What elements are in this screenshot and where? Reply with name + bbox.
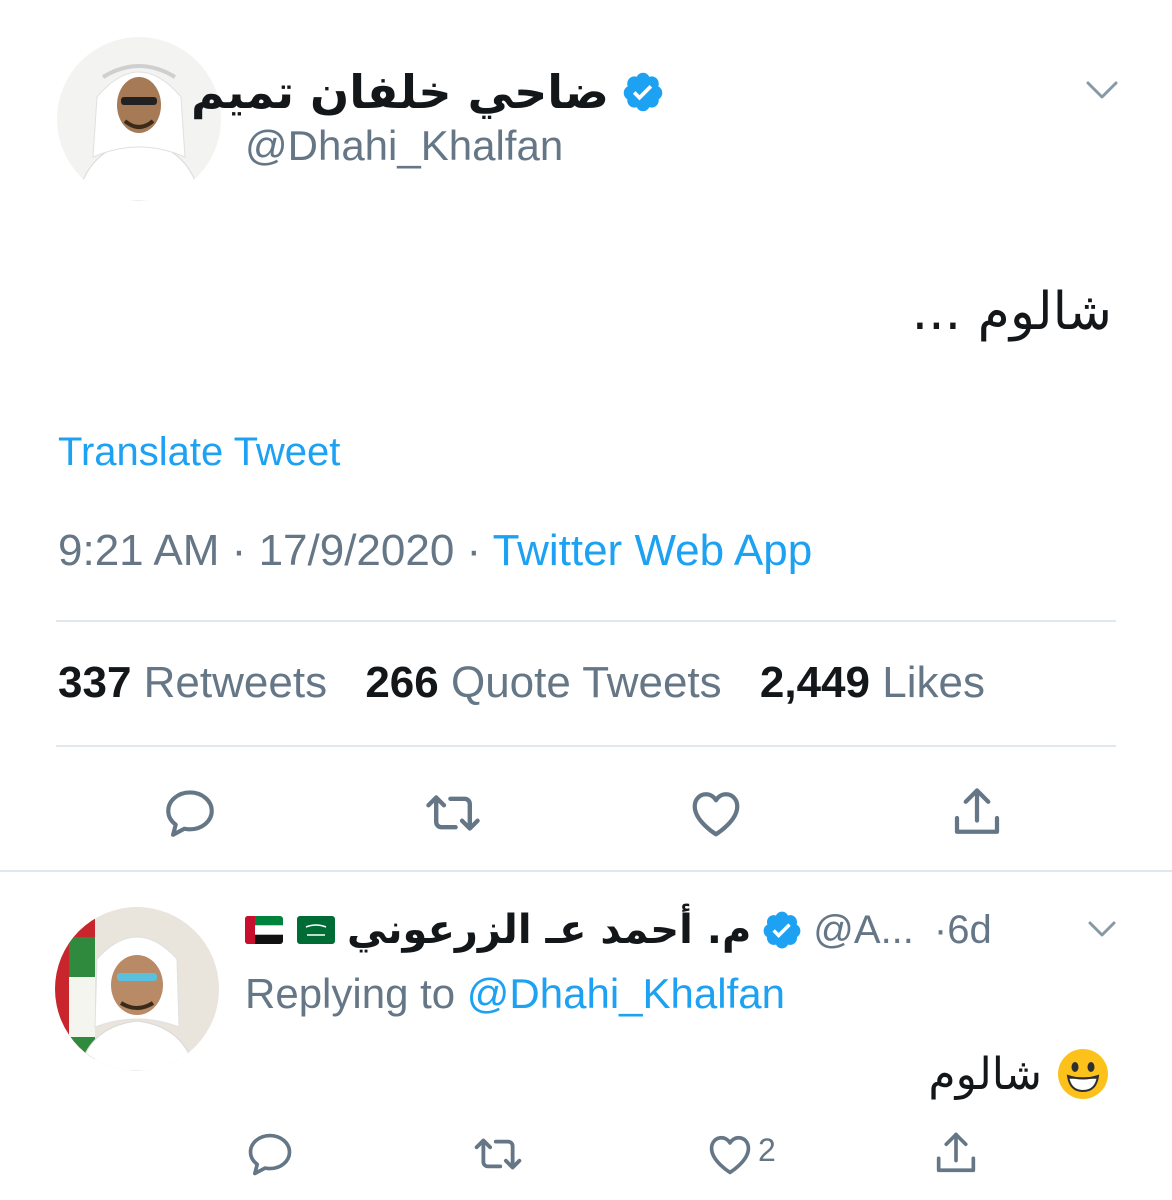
- quotes-count: 266: [365, 658, 439, 707]
- likes-count: 2,449: [759, 658, 870, 707]
- retweets-label: Retweets: [143, 658, 328, 707]
- retweet-icon: [474, 1138, 522, 1170]
- tweet-source-link[interactable]: Twitter Web App: [493, 526, 813, 575]
- replying-to: Replying to @Dhahi_Khalfan: [245, 970, 785, 1018]
- likes-label: Likes: [882, 658, 985, 707]
- reply-time[interactable]: ·6d: [934, 908, 992, 953]
- retweet-icon: [426, 795, 480, 831]
- meta-separator: ·: [466, 526, 482, 575]
- divider: [56, 620, 1116, 622]
- replying-prefix: Replying to: [245, 970, 456, 1017]
- reply-author-handle[interactable]: @A...: [813, 908, 914, 953]
- author-name[interactable]: ضاحي خلفان تميم: [191, 65, 609, 119]
- divider: [56, 745, 1116, 747]
- retweets-count: 337: [58, 658, 132, 707]
- flags: [245, 916, 335, 944]
- reply-share-button[interactable]: [924, 1122, 988, 1186]
- uae-flag-icon: [245, 916, 283, 944]
- reply-author-avatar[interactable]: [55, 907, 219, 1071]
- like-button[interactable]: [684, 781, 748, 845]
- reply-text-row: شالوم: [928, 1044, 1110, 1104]
- like-icon: [709, 1135, 751, 1175]
- share-icon: [936, 1132, 976, 1173]
- reply-retweet-button[interactable]: [466, 1122, 530, 1186]
- tweet-time[interactable]: 9:21 AM: [58, 526, 219, 575]
- retweet-button[interactable]: [421, 781, 485, 845]
- divider: [0, 870, 1172, 872]
- reply-icon: [166, 790, 214, 837]
- retweets-stat[interactable]: 337 Retweets: [58, 658, 327, 707]
- saudi-flag-icon: [297, 916, 335, 944]
- chevron-down-icon[interactable]: [1080, 70, 1124, 110]
- reply-author-name[interactable]: م. أحمد عـ الزرعوني: [347, 907, 751, 953]
- reply-like-button[interactable]: [698, 1122, 762, 1186]
- grinning-face-emoji-icon: [1058, 1049, 1108, 1099]
- reply-reply-button[interactable]: [238, 1122, 302, 1186]
- tweet-text: شالوم ...: [911, 282, 1112, 342]
- reply-text: شالوم: [928, 1048, 1042, 1100]
- reply-header: م. أحمد عـ الزرعوني @A... ·6d: [245, 900, 1125, 960]
- quotes-label: Quote Tweets: [450, 658, 722, 707]
- reply-like-count: 2: [758, 1132, 776, 1168]
- meta-separator: ·: [231, 526, 247, 575]
- translate-tweet-link[interactable]: Translate Tweet: [58, 430, 340, 475]
- replying-mention-link[interactable]: @Dhahi_Khalfan: [467, 970, 785, 1017]
- verified-badge-icon: [623, 72, 663, 112]
- quotes-stat[interactable]: 266 Quote Tweets: [365, 658, 721, 707]
- share-button[interactable]: [945, 781, 1009, 845]
- reply-button[interactable]: [158, 781, 222, 845]
- verified-badge-icon: [763, 911, 801, 949]
- share-icon: [954, 788, 1000, 834]
- author-name-row[interactable]: ضاحي خلفان تميم: [191, 62, 665, 122]
- author-handle[interactable]: @Dhahi_Khalfan: [245, 122, 563, 170]
- likes-stat[interactable]: 2,449 Likes: [760, 658, 985, 707]
- like-icon: [692, 792, 740, 837]
- chevron-down-icon[interactable]: [1083, 912, 1121, 946]
- author-avatar[interactable]: [57, 37, 221, 201]
- reply-icon: [248, 1133, 292, 1176]
- tweet-stats: 337 Retweets 266 Quote Tweets 2,449 Like…: [58, 658, 985, 708]
- tweet-date[interactable]: 17/9/2020: [259, 526, 455, 575]
- tweet-meta: 9:21 AM · 17/9/2020 · Twitter Web App: [58, 526, 812, 576]
